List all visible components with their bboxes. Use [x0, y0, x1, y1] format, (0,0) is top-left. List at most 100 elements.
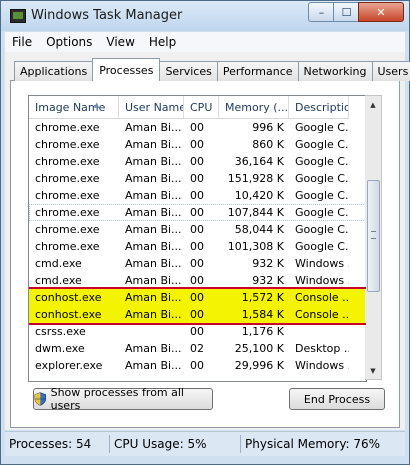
menu-help[interactable]: Help: [142, 35, 183, 49]
tab-applications[interactable]: Applications: [14, 61, 94, 81]
table-row[interactable]: explorer.exe Aman Bi... 00 29,996 K Windows …: [29, 357, 366, 374]
column-header-description[interactable]: Description: [289, 96, 349, 119]
cell-memory: 1,572 K: [241, 291, 284, 304]
cell-image-name: chrome.exe: [35, 206, 100, 219]
cell-cpu: 00: [190, 274, 204, 287]
cell-description: Google C...: [295, 138, 349, 151]
column-header-user-name[interactable]: User Name: [119, 96, 184, 119]
cell-description: Google C...: [295, 189, 349, 202]
cell-memory: 10,420 K: [234, 189, 284, 202]
cell-cpu: 00: [190, 257, 204, 270]
cell-memory: 151,928 K: [227, 172, 284, 185]
menu-bar: File Options View Help: [5, 32, 405, 52]
cell-memory: 29,996 K: [234, 359, 284, 372]
tab-users[interactable]: Users: [371, 61, 410, 81]
cell-user-name: Aman Bi...: [125, 121, 182, 134]
cell-description: Google C...: [295, 155, 349, 168]
process-list-header: ▲ Image Name User Name CPU Memory (... D…: [29, 96, 366, 119]
cell-cpu: 00: [190, 291, 204, 304]
cell-user-name: Aman Bi...: [125, 172, 182, 185]
tab-services[interactable]: Services: [159, 61, 218, 81]
menu-options[interactable]: Options: [39, 35, 99, 49]
cell-cpu: 00: [190, 206, 204, 219]
cell-image-name: dwm.exe: [35, 342, 85, 355]
cell-user-name: Aman Bi...: [125, 189, 182, 202]
close-button[interactable]: ✕: [358, 2, 404, 22]
menu-file[interactable]: File: [5, 35, 39, 49]
table-row[interactable]: cmd.exe Aman Bi... 00 932 K Windows ...: [29, 255, 366, 272]
cell-cpu: 00: [190, 240, 204, 253]
close-icon: ✕: [376, 5, 386, 19]
maximize-icon: ☐: [341, 5, 352, 19]
scroll-down-button[interactable]: ▼: [365, 362, 381, 379]
scrollbar-thumb[interactable]: [367, 180, 380, 292]
cell-image-name: chrome.exe: [35, 172, 100, 185]
scroll-up-button[interactable]: ▲: [365, 96, 381, 113]
table-row[interactable]: conhost.exe Aman Bi... 00 1,572 K Console ..…: [29, 287, 366, 325]
end-process-button[interactable]: End Process: [289, 388, 385, 410]
table-row[interactable]: chrome.exe Aman Bi... 00 10,420 K Google C..…: [29, 187, 366, 204]
table-row[interactable]: chrome.exe Aman Bi... 00 860 K Google C...: [29, 136, 366, 153]
menu-view[interactable]: View: [99, 35, 141, 49]
process-rows: chrome.exeAman Bi...00996 KGoogle C...ch…: [29, 119, 366, 374]
cell-user-name: Aman Bi...: [125, 257, 182, 270]
cell-memory: 25,100 K: [234, 342, 284, 355]
column-header-image-name[interactable]: ▲ Image Name: [29, 96, 119, 119]
cell-description: Windows ...: [295, 274, 349, 287]
cell-description: [289, 323, 349, 340]
column-header-cpu[interactable]: CPU: [184, 96, 219, 119]
cell-image-name: chrome.exe: [35, 138, 100, 151]
cell-image-name: conhost.exe: [35, 291, 102, 304]
cell-description: Console ...: [295, 308, 349, 321]
tab-processes[interactable]: Processes: [92, 58, 161, 81]
cell-image-name: chrome.exe: [35, 121, 100, 134]
cell-memory: 36,164 K: [234, 155, 284, 168]
table-row[interactable]: chrome.exe Aman Bi... 00 107,844 K Google C.…: [29, 204, 366, 221]
table-row[interactable]: cmd.exe Aman Bi... 00 932 K Windows ...: [29, 272, 366, 289]
cell-description: Desktop ...: [295, 342, 349, 355]
table-row[interactable]: chrome.exe Aman Bi... 00 996 K Google C...: [29, 119, 366, 136]
cell-user-name: Aman Bi...: [125, 138, 182, 151]
table-row[interactable]: dwm.exe Aman Bi... 02 25,100 K Desktop ...: [29, 340, 366, 357]
cell-user-name: Aman Bi...: [125, 206, 182, 219]
cell-image-name: cmd.exe: [35, 274, 82, 287]
cell-cpu: 00: [190, 155, 204, 168]
cell-image-name: csrss.exe: [35, 325, 86, 338]
cell-user-name: Aman Bi...: [125, 155, 182, 168]
cell-user-name: Aman Bi...: [125, 223, 182, 236]
tab-performance[interactable]: Performance: [216, 61, 299, 81]
process-list-scrollbar[interactable]: ▲ ▼: [365, 95, 382, 380]
cell-description: Console ...: [295, 291, 349, 304]
maximize-button[interactable]: ☐: [333, 2, 360, 22]
cell-description: Windows ...: [295, 257, 349, 270]
column-header-memory[interactable]: Memory (...: [219, 96, 289, 119]
cell-image-name: chrome.exe: [35, 240, 100, 253]
cell-memory: 860 K: [252, 138, 284, 151]
shield-icon: [34, 392, 47, 406]
cell-cpu: 00: [190, 223, 204, 236]
cell-memory: 932 K: [252, 274, 284, 287]
tab-networking[interactable]: Networking: [297, 61, 373, 81]
table-row[interactable]: csrss.exe 00 1,176 K: [29, 323, 366, 340]
status-processes: Processes: 54: [5, 435, 110, 453]
cell-description: Windows ...: [295, 359, 349, 372]
title-bar[interactable]: Windows Task Manager – ☐ ✕: [1, 1, 409, 31]
cell-description: Google C...: [295, 121, 349, 134]
table-row[interactable]: chrome.exe Aman Bi... 00 151,928 K Google C.…: [29, 170, 366, 187]
cell-user-name: Aman Bi...: [125, 274, 182, 287]
table-row[interactable]: chrome.exe Aman Bi... 00 101,308 K Google C.…: [29, 238, 366, 255]
status-cpu-usage: CPU Usage: 5%: [110, 435, 241, 453]
minimize-icon: –: [318, 5, 325, 19]
table-row[interactable]: conhost.exe Aman Bi... 00 1,584 K Console ..…: [29, 306, 366, 323]
cell-memory: 1,176 K: [241, 325, 284, 338]
table-row[interactable]: chrome.exe Aman Bi... 00 58,044 K Google C..…: [29, 221, 366, 238]
table-row[interactable]: chrome.exe Aman Bi... 00 36,164 K Google C..…: [29, 153, 366, 170]
minimize-button[interactable]: –: [308, 2, 335, 22]
show-all-processes-button[interactable]: Show processes from all users: [33, 386, 213, 412]
task-manager-icon: [10, 9, 26, 23]
cell-memory: 58,044 K: [234, 223, 284, 236]
process-list[interactable]: ▲ Image Name User Name CPU Memory (... D…: [28, 95, 367, 382]
show-all-processes-label: Show processes from all users: [50, 386, 184, 412]
cell-memory: 101,308 K: [227, 240, 284, 253]
sort-ascending-icon: ▲: [94, 101, 100, 109]
